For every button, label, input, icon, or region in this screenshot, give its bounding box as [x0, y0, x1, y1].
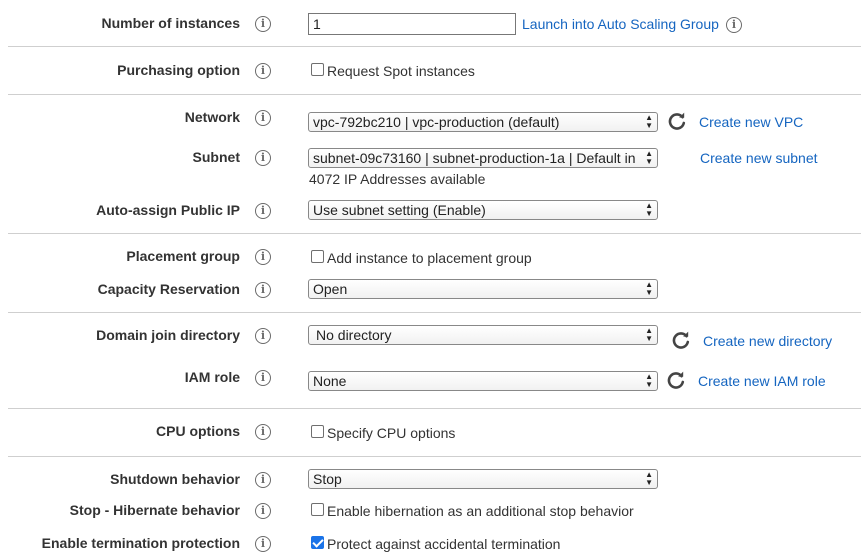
info-icon[interactable]: i	[255, 370, 271, 386]
request-spot-instances-checkbox[interactable]	[311, 63, 324, 76]
refresh-icon[interactable]	[671, 330, 691, 350]
create-new-directory-link[interactable]: Create new directory	[703, 332, 832, 350]
iam-role-select[interactable]: None ▲ ▼	[308, 371, 658, 391]
subnet-select[interactable]: subnet-09c73160 | subnet-production-1a |…	[308, 148, 658, 168]
info-icon[interactable]: i	[255, 424, 271, 440]
domain-join-directory-value: No directory	[316, 327, 392, 343]
subnet-label: Subnet	[192, 149, 240, 165]
subnet-selected-value: subnet-09c73160 | subnet-production-1a |…	[313, 150, 636, 166]
subnet-ip-availability: 4072 IP Addresses available	[309, 171, 486, 187]
specify-cpu-options-label[interactable]: Specify CPU options	[327, 424, 455, 442]
network-select[interactable]: vpc-792bc210 | vpc-production (default) …	[308, 112, 658, 132]
create-new-vpc-link[interactable]: Create new VPC	[699, 113, 803, 131]
auto-assign-public-ip-value: Use subnet setting (Enable)	[313, 202, 486, 218]
info-icon[interactable]: i	[255, 536, 271, 552]
termination-protection-checkbox-label[interactable]: Protect against accidental termination	[327, 535, 560, 553]
placement-group-checkbox-label[interactable]: Add instance to placement group	[327, 249, 532, 267]
info-icon[interactable]: i	[255, 282, 271, 298]
capacity-reservation-value: Open	[313, 281, 348, 297]
shutdown-behavior-label: Shutdown behavior	[110, 471, 240, 487]
info-icon[interactable]: i	[255, 503, 271, 519]
shutdown-behavior-value: Stop	[313, 471, 342, 487]
section-divider	[8, 312, 861, 313]
enable-hibernation-checkbox[interactable]	[311, 503, 324, 516]
info-icon[interactable]: i	[255, 249, 271, 265]
select-arrows-icon: ▲ ▼	[645, 372, 653, 389]
termination-protection-label: Enable termination protection	[41, 535, 240, 551]
capacity-reservation-label: Capacity Reservation	[97, 281, 240, 297]
section-divider	[8, 408, 861, 409]
select-arrows-icon: ▲ ▼	[645, 280, 653, 297]
select-arrows-icon: ▲ ▼	[645, 201, 653, 218]
refresh-icon[interactable]	[667, 111, 687, 131]
stop-hibernate-behavior-label: Stop - Hibernate behavior	[69, 502, 240, 518]
info-icon[interactable]: i	[255, 110, 271, 126]
info-icon[interactable]: i	[255, 328, 271, 344]
placement-group-checkbox[interactable]	[311, 250, 324, 263]
shutdown-behavior-select[interactable]: Stop ▲ ▼	[308, 469, 658, 489]
launch-into-auto-scaling-group-link[interactable]: Launch into Auto Scaling Group	[522, 15, 719, 33]
section-divider	[8, 94, 861, 95]
create-new-iam-role-link[interactable]: Create new IAM role	[698, 372, 826, 390]
info-icon[interactable]: i	[255, 150, 271, 166]
number-of-instances-label: Number of instances	[101, 15, 240, 31]
termination-protection-checkbox[interactable]	[311, 536, 324, 549]
network-selected-value: vpc-792bc210 | vpc-production (default)	[313, 114, 560, 130]
placement-group-label: Placement group	[126, 248, 240, 264]
cpu-options-label: CPU options	[156, 423, 240, 439]
select-arrows-icon: ▲ ▼	[645, 149, 653, 166]
iam-role-value: None	[313, 373, 347, 389]
auto-assign-public-ip-select[interactable]: Use subnet setting (Enable) ▲ ▼	[308, 200, 658, 220]
auto-assign-public-ip-label: Auto-assign Public IP	[96, 202, 240, 218]
iam-role-label: IAM role	[184, 369, 240, 385]
specify-cpu-options-checkbox[interactable]	[311, 425, 324, 438]
capacity-reservation-select[interactable]: Open ▲ ▼	[308, 279, 658, 299]
request-spot-instances-label[interactable]: Request Spot instances	[327, 62, 475, 80]
select-arrows-icon: ▲ ▼	[645, 326, 653, 343]
select-arrows-icon: ▲ ▼	[645, 470, 653, 487]
domain-join-directory-select[interactable]: No directory ▲ ▼	[308, 325, 658, 345]
info-icon[interactable]: i	[726, 17, 742, 33]
network-label: Network	[184, 109, 240, 125]
domain-join-directory-label: Domain join directory	[96, 327, 240, 343]
enable-hibernation-label[interactable]: Enable hibernation as an additional stop…	[327, 502, 634, 520]
select-arrows-icon: ▲ ▼	[645, 113, 653, 130]
info-icon[interactable]: i	[255, 203, 271, 219]
section-divider	[8, 233, 861, 234]
info-icon[interactable]: i	[255, 63, 271, 79]
section-divider	[8, 46, 861, 47]
number-of-instances-input[interactable]: 1	[308, 13, 516, 35]
section-divider	[8, 456, 861, 457]
info-icon[interactable]: i	[255, 16, 271, 32]
refresh-icon[interactable]	[666, 370, 686, 390]
purchasing-option-label: Purchasing option	[117, 62, 240, 78]
create-new-subnet-link[interactable]: Create new subnet	[700, 149, 818, 167]
info-icon[interactable]: i	[255, 472, 271, 488]
